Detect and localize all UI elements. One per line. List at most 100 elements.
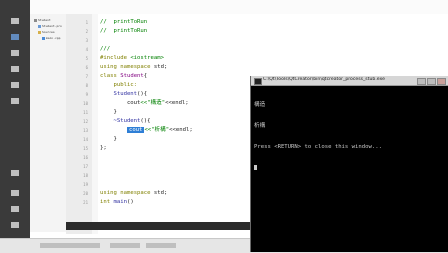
maximize-button[interactable]	[427, 78, 436, 85]
console-window[interactable]: C:\Qt\Tools\QtCreator\bin\qtcreator_proc…	[250, 76, 448, 252]
code-token: (){	[137, 91, 148, 97]
run-icon[interactable]	[11, 190, 19, 196]
projects-mode-icon[interactable]	[11, 82, 19, 88]
folder-icon	[38, 30, 41, 34]
search-results-tab[interactable]	[146, 243, 176, 248]
issues-tab[interactable]	[110, 243, 140, 248]
code-token: <<"析構"	[144, 127, 170, 133]
line-number: 19	[83, 182, 88, 187]
line-number: 12	[83, 119, 88, 124]
fold-margin	[92, 14, 98, 234]
code-line: class Student{	[100, 72, 147, 81]
console-line: Press <RETURN> to close this window...	[254, 144, 382, 150]
file-icon	[38, 24, 41, 28]
code-line: int main()	[100, 198, 134, 207]
line-number: 20	[83, 191, 88, 196]
line-number: 8	[85, 83, 88, 88]
console-line: 構造	[254, 102, 266, 108]
code-token: namespace	[120, 64, 154, 70]
code-line: // printToRun	[100, 27, 147, 36]
code-line: };	[100, 144, 107, 153]
line-number: 9	[85, 92, 88, 97]
code-token: //	[100, 19, 114, 25]
mode-selector-rail	[0, 0, 30, 252]
code-token: };	[100, 145, 107, 151]
line-number: 11	[83, 110, 88, 115]
line-number: 4	[85, 47, 88, 52]
console-title-bar[interactable]: C:\Qt\Tools\QtCreator\bin\qtcreator_proc…	[251, 76, 448, 86]
code-token: printToRun	[113, 28, 148, 34]
code-line: Student(){	[100, 90, 147, 99]
console-output: 構造 析構 Press <RETURN> to close this windo…	[254, 88, 382, 186]
line-number: 5	[85, 56, 88, 61]
line-number: 16	[83, 155, 88, 160]
help-mode-icon[interactable]	[11, 98, 19, 104]
code-token: main	[113, 199, 127, 205]
line-number: 6	[85, 65, 88, 70]
text-cursor	[254, 165, 257, 170]
line-number: 21	[83, 200, 88, 205]
kit-selector-icon[interactable]	[11, 170, 19, 176]
debug-run-icon[interactable]	[11, 206, 19, 212]
folder-icon	[34, 18, 37, 22]
code-line: cout <<"析構"<<endl;	[100, 126, 193, 135]
code-line: using namespace std;	[100, 189, 167, 198]
console-title: C:\Qt\Tools\QtCreator\bin\qtcreator_proc…	[263, 77, 385, 82]
code-token: using	[100, 64, 121, 70]
design-mode-icon[interactable]	[11, 50, 19, 56]
tree-item-project[interactable]: Student	[34, 18, 51, 22]
code-line: #include <iostream>	[100, 54, 164, 63]
tree-item-pro-file[interactable]: Student.pro	[38, 24, 62, 28]
code-token: (){	[140, 118, 151, 124]
code-line: cout<<"構造"<<endl;	[100, 99, 189, 108]
code-token: <<"構造"	[140, 100, 166, 106]
code-token: cout	[100, 100, 141, 106]
line-number: 2	[85, 29, 88, 34]
line-number: 13	[83, 128, 88, 133]
code-token: <<endl;	[165, 100, 189, 106]
code-token: ()	[126, 199, 134, 205]
edit-mode-icon[interactable]	[11, 34, 19, 40]
code-token: Student	[120, 73, 144, 79]
line-number: 14	[83, 137, 88, 142]
code-token: {	[143, 73, 148, 79]
welcome-mode-icon[interactable]	[11, 18, 19, 24]
line-number: 17	[83, 164, 88, 169]
close-button[interactable]	[437, 78, 446, 85]
code-token: Student	[100, 91, 138, 97]
project-tree: Student Student.pro Sources main.cpp	[30, 14, 67, 232]
line-number: 10	[83, 101, 88, 106]
code-token: printToRun	[113, 19, 148, 25]
code-token: using	[100, 190, 121, 196]
line-number: 18	[83, 173, 88, 178]
tree-item-sources[interactable]: Sources	[38, 30, 55, 34]
code-token: <<endl;	[169, 127, 193, 133]
editor-toolbar	[30, 0, 448, 14]
output-pane-bar	[66, 222, 252, 230]
code-token: ~Student	[100, 118, 141, 124]
code-line: public:	[100, 81, 137, 90]
code-line: }	[100, 108, 117, 117]
code-token: std;	[153, 190, 168, 196]
build-icon[interactable]	[11, 222, 19, 228]
locator-field[interactable]	[40, 243, 100, 248]
tree-item-main-cpp[interactable]: main.cpp	[42, 36, 60, 40]
line-number: 15	[83, 146, 88, 151]
line-number: 3	[85, 38, 88, 43]
code-token: //	[100, 28, 114, 34]
console-app-icon	[254, 78, 262, 85]
code-token: }	[100, 136, 117, 142]
line-number: 1	[85, 20, 88, 25]
code-line: using namespace std;	[100, 63, 167, 72]
code-token: int	[100, 199, 114, 205]
code-token: namespace	[120, 190, 154, 196]
code-token: ///	[100, 46, 111, 52]
code-token: <iostream>	[130, 55, 164, 61]
code-token: class	[100, 73, 121, 79]
debug-mode-icon[interactable]	[11, 66, 19, 72]
code-token: }	[100, 109, 117, 115]
minimize-button[interactable]	[417, 78, 426, 85]
cpp-file-icon	[42, 36, 45, 40]
code-token: #include	[100, 55, 131, 61]
